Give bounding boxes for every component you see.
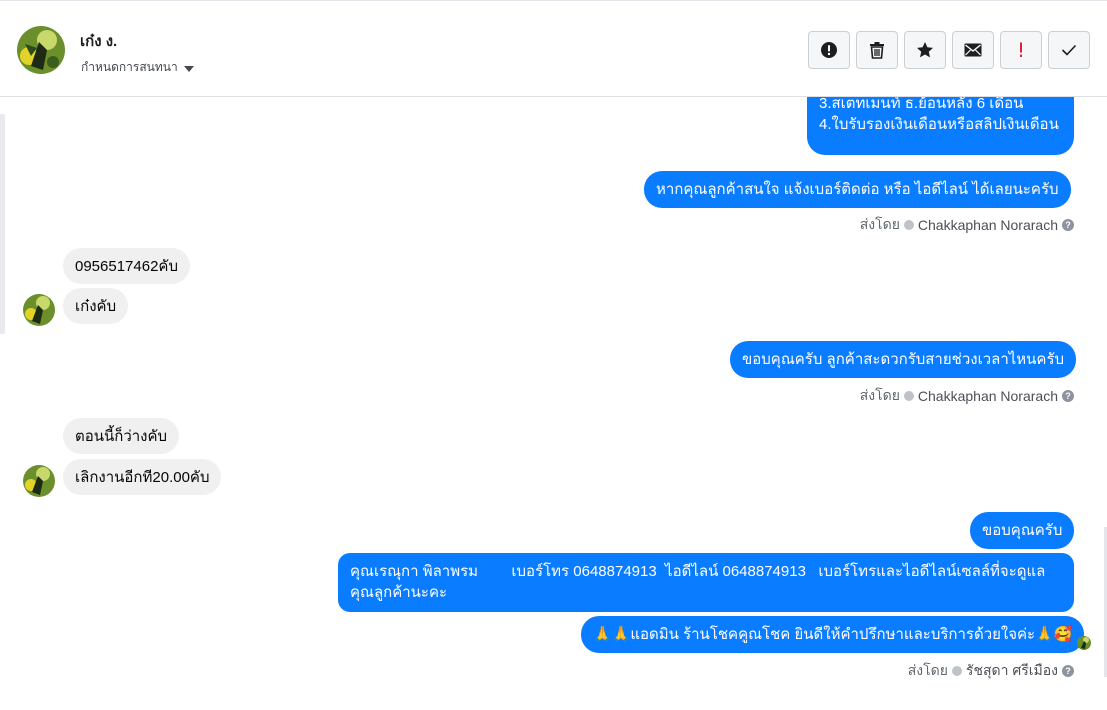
- message-bubble-incoming[interactable]: เก๋งคับ: [63, 288, 129, 324]
- message-text: ขอบคุณครับ: [982, 522, 1063, 539]
- message-text: เก๋งคับ: [75, 298, 117, 315]
- help-icon[interactable]: ?: [1062, 219, 1074, 231]
- message-bubble-outgoing[interactable]: หากคุณลูกค้าสนใจ แจ้งเบอร์ติดต่อ หรือ ไอ…: [644, 171, 1071, 208]
- mark-unread-button[interactable]: [952, 31, 994, 69]
- exclamation-icon: [1020, 42, 1022, 57]
- sent-by-prefix: ส่งโดย: [859, 216, 900, 232]
- sent-by-label: ส่งโดย รัชสุดา ศรีเมือง ?: [908, 660, 1074, 682]
- message-text: 3.สเตทเมนท์ ธ.ย้อนหลัง 6 เดือน: [819, 97, 1024, 112]
- message-bubble-outgoing[interactable]: 🙏🙏แอดมิน ร้านโชคคูณโชค ยินดีให้คำปรึกษาแ…: [581, 616, 1085, 653]
- star-icon: [917, 42, 933, 58]
- contact-avatar[interactable]: [17, 26, 65, 74]
- caret-down-icon: [183, 65, 194, 72]
- conversation-toolbar: [808, 31, 1090, 69]
- message-thread[interactable]: 3.สเตทเมนท์ ธ.ย้อนหลัง 6 เดือน 4.ใบรับรอ…: [0, 97, 1107, 710]
- contact-avatar-small[interactable]: [23, 294, 55, 326]
- agent-name[interactable]: Chakkaphan Norarach: [918, 217, 1058, 233]
- sent-by-prefix: ส่งโดย: [907, 662, 948, 678]
- sent-by-label: ส่งโดย Chakkaphan Norarach ?: [860, 214, 1074, 236]
- message-bubble-outgoing[interactable]: ขอบคุณครับ: [970, 512, 1075, 549]
- check-icon: [1061, 44, 1077, 56]
- mark-spam-button[interactable]: [808, 31, 850, 69]
- contact-avatar-small[interactable]: [23, 465, 55, 497]
- message-bubble-incoming[interactable]: 0956517462คับ: [63, 248, 190, 284]
- message-text: 0956517462คับ: [75, 258, 178, 275]
- mark-done-button[interactable]: [1048, 31, 1090, 69]
- message-text: คุณลูกค้านะคะ: [350, 584, 448, 601]
- assign-label: กำหนดการสนทนา: [81, 60, 178, 74]
- left-scroll-rail: [0, 114, 5, 334]
- follow-up-button[interactable]: [1000, 31, 1042, 69]
- message-bubble-incoming[interactable]: ตอนนี้ก็ว่างคับ: [63, 418, 180, 454]
- message-text: 🙏🙏แอดมิน ร้านโชคคูณโชค ยินดีให้คำปรึกษาแ…: [593, 626, 1073, 643]
- message-text: เลิกงานอีกที20.00คับ: [75, 469, 210, 486]
- message-bubble-outgoing[interactable]: ขอบคุณครับ ลูกค้าสะดวกรับสายช่วงเวลาไหนค…: [730, 341, 1077, 378]
- help-icon[interactable]: ?: [1062, 390, 1074, 402]
- assign-conversation-dropdown[interactable]: กำหนดการสนทนา: [81, 58, 194, 77]
- conversation-header: เก๋ง ง. กำหนดการสนทนา: [0, 0, 1107, 97]
- agent-name[interactable]: รัชสุดา ศรีเมือง: [966, 660, 1058, 682]
- mail-icon: [964, 43, 982, 57]
- message-bubble-outgoing[interactable]: 3.สเตทเมนท์ ธ.ย้อนหลัง 6 เดือน 4.ใบรับรอ…: [807, 97, 1074, 155]
- message-text: ขอบคุณครับ ลูกค้าสะดวกรับสายช่วงเวลาไหนค…: [742, 351, 1065, 368]
- contact-name[interactable]: เก๋ง ง.: [80, 29, 117, 53]
- help-icon[interactable]: ?: [1062, 665, 1074, 677]
- message-text: หากคุณลูกค้าสนใจ แจ้งเบอร์ติดต่อ หรือ ไอ…: [656, 181, 1059, 198]
- message-text: 4.ใบรับรองเงินเดือนหรือสลิปเงินเดือน: [819, 116, 1059, 133]
- message-text: คุณเรณุกา พิลาพรม เบอร์โทร 0648874913 ไอ…: [350, 563, 1046, 580]
- sent-by-label: ส่งโดย Chakkaphan Norarach ?: [860, 385, 1074, 407]
- trash-icon: [870, 42, 884, 59]
- verified-icon: [951, 666, 962, 676]
- verified-icon: [903, 391, 914, 401]
- message-bubble-outgoing[interactable]: คุณเรณุกา พิลาพรม เบอร์โทร 0648874913 ไอ…: [338, 553, 1074, 612]
- agent-name[interactable]: Chakkaphan Norarach: [918, 388, 1058, 404]
- delete-button[interactable]: [856, 31, 898, 69]
- seen-by-avatar: [1077, 636, 1091, 650]
- star-button[interactable]: [904, 31, 946, 69]
- message-bubble-incoming[interactable]: เลิกงานอีกที20.00คับ: [63, 459, 222, 495]
- inbox-conversation: เก๋ง ง. กำหนดการสนทนา 3.สเตทเมนท์ ธ.ย้อน…: [0, 0, 1107, 710]
- sent-by-prefix: ส่งโดย: [859, 387, 900, 403]
- alert-circle-icon: [821, 42, 837, 58]
- message-text: ตอนนี้ก็ว่างคับ: [75, 428, 168, 445]
- verified-icon: [903, 220, 914, 230]
